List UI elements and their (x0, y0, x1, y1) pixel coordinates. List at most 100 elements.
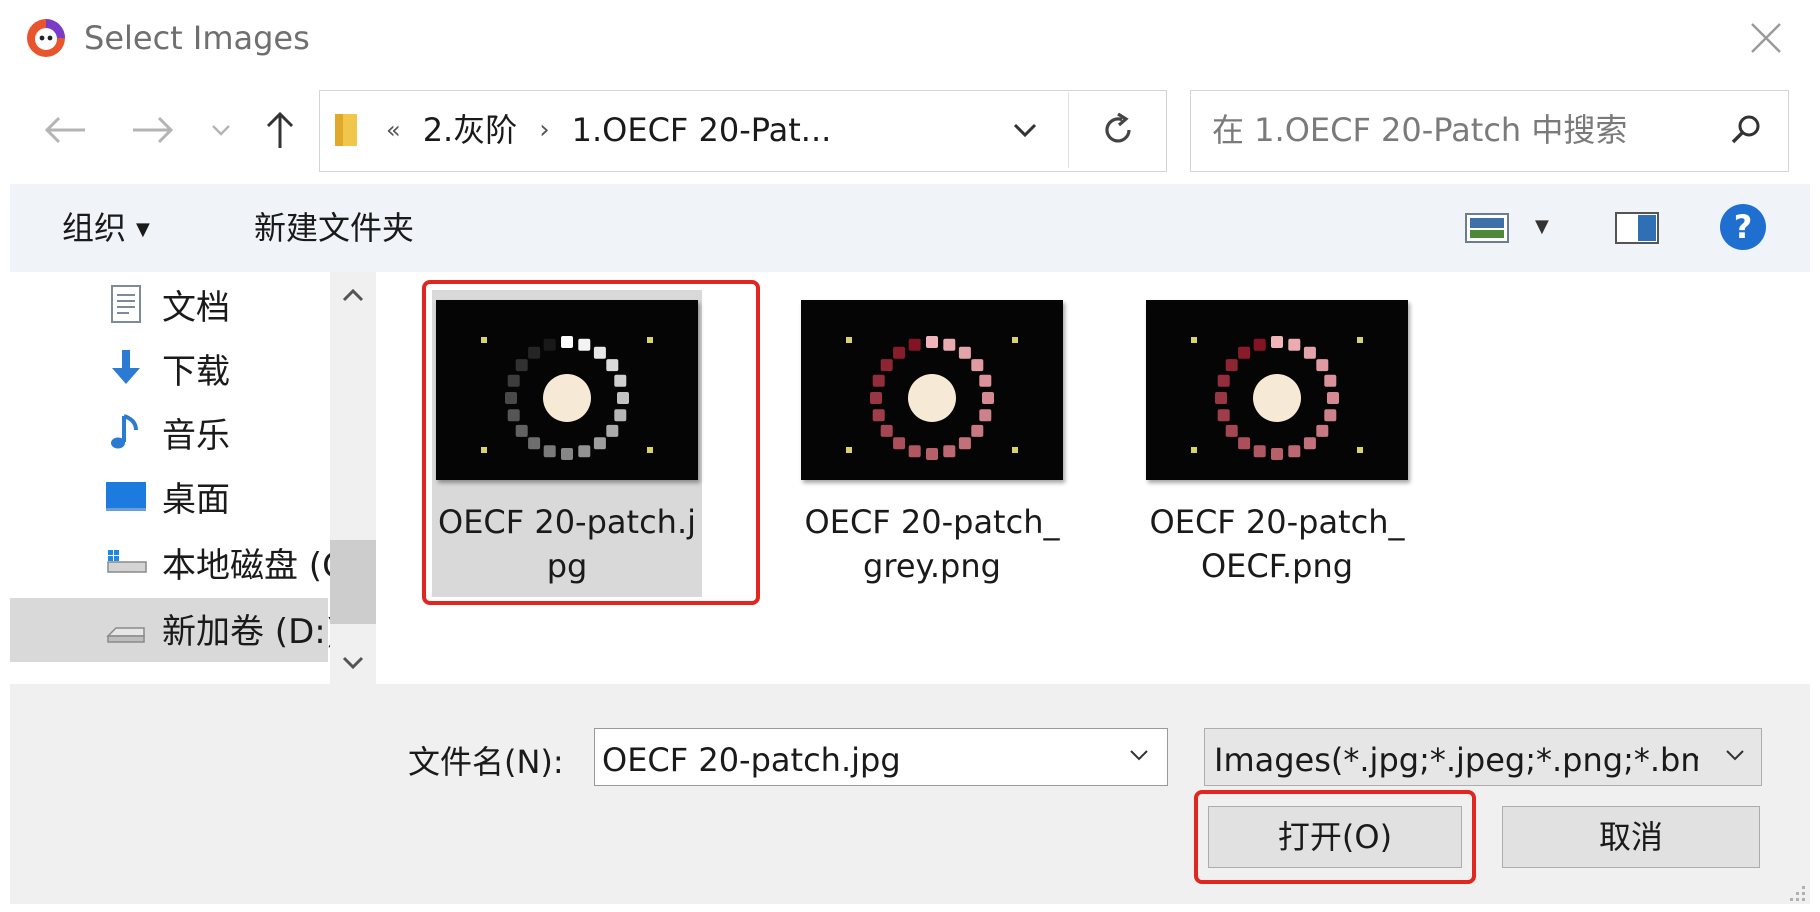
organize-label: 组织 (62, 209, 127, 247)
gray-patch (979, 409, 992, 422)
gray-patch (971, 424, 984, 437)
cancel-button[interactable]: 取消 (1502, 806, 1760, 868)
gray-patch (943, 338, 956, 351)
gray-patch (1303, 346, 1316, 359)
gray-patch (870, 392, 882, 404)
gray-patch (606, 359, 619, 372)
preview-pane-icon[interactable] (1614, 210, 1660, 246)
registration-mark (647, 447, 653, 453)
registration-mark (1191, 337, 1197, 343)
gray-patch (1253, 338, 1266, 351)
organize-menu-button[interactable]: 组织 ▼ (62, 206, 150, 252)
gray-patch (872, 409, 885, 422)
close-icon[interactable] (1746, 18, 1786, 58)
gray-patch (543, 338, 556, 351)
nav-item-desktop[interactable]: 桌面 (104, 466, 334, 526)
gray-patch (880, 424, 893, 437)
window-title: Select Images (84, 19, 310, 57)
registration-mark (481, 447, 487, 453)
search-icon[interactable] (1728, 112, 1764, 148)
gray-patch (1238, 346, 1251, 359)
nav-item-drive-d[interactable]: 新加卷 (D:) (104, 598, 334, 658)
documents-icon (111, 285, 141, 323)
gray-patch (1316, 359, 1329, 372)
file-item-oecf-20-patch-oecf-png[interactable]: OECF 20-patch_OECF.png (1142, 290, 1412, 588)
filename-label: 文件名(N): (408, 743, 564, 781)
registration-mark (1357, 337, 1363, 343)
view-options-caret-icon[interactable]: ▼ (1535, 216, 1549, 237)
file-thumbnail (1146, 300, 1408, 480)
back-arrow-icon[interactable] (40, 108, 90, 152)
nav-item-label: 文档 (162, 287, 230, 328)
gray-patch (528, 346, 541, 359)
help-icon[interactable]: ? (1720, 204, 1766, 250)
gray-patch (1238, 437, 1251, 450)
file-name: OECF 20-patch.jpg (438, 503, 696, 585)
registration-mark (846, 447, 852, 453)
gray-patch (1316, 424, 1329, 437)
registration-mark (1012, 337, 1018, 343)
gray-patch (606, 424, 619, 437)
gray-patch (1225, 359, 1238, 372)
file-thumbnail (801, 300, 1063, 480)
app-logo-icon (27, 19, 65, 57)
up-arrow-icon[interactable] (258, 108, 302, 152)
caret-down-icon: ▼ (136, 219, 150, 240)
nav-item-label: 本地磁盘 (C:) (162, 545, 334, 586)
gray-patch (908, 338, 921, 351)
registration-mark (1191, 447, 1197, 453)
file-item-oecf-20-patch-jpg[interactable]: OECF 20-patch.jpg (432, 290, 702, 597)
recent-locations-chevron-icon[interactable] (206, 108, 236, 152)
nav-item-label: 桌面 (162, 479, 230, 520)
drive-icon (106, 627, 145, 643)
forward-arrow-icon[interactable] (128, 108, 178, 152)
filename-value: OECF 20-patch.jpg (602, 741, 901, 779)
breadcrumb-item-current[interactable]: 1.OECF 20-Pat... (572, 108, 832, 152)
gray-patch (1324, 374, 1337, 387)
dialog-footer (10, 684, 1810, 904)
gray-patch (614, 409, 627, 422)
nav-item-downloads[interactable]: 下载 (104, 338, 334, 398)
gray-patch (880, 359, 893, 372)
gray-patch (1288, 445, 1301, 458)
gray-patch (1271, 336, 1283, 348)
gray-patch (543, 445, 556, 458)
center-disc (543, 374, 591, 422)
registration-mark (1012, 447, 1018, 453)
open-button[interactable]: 打开(O) (1208, 806, 1462, 868)
gray-patch (979, 374, 992, 387)
folder-icon (335, 114, 357, 146)
nav-item-music[interactable]: 音乐 (104, 402, 334, 462)
breadcrumb-item[interactable]: 2.灰阶 (423, 108, 518, 152)
gray-patch (593, 437, 606, 450)
gray-patch (578, 338, 591, 351)
gray-patch (1303, 437, 1316, 450)
gray-patch (505, 392, 517, 404)
scroll-down-icon[interactable] (338, 648, 368, 678)
file-type-chevron-icon[interactable] (1722, 742, 1748, 768)
breadcrumb-overflow[interactable]: « (386, 108, 401, 152)
gray-patch (1253, 445, 1266, 458)
nav-item-local-disk-c[interactable]: 本地磁盘 (C:) (104, 532, 334, 592)
new-folder-button[interactable]: 新建文件夹 (254, 206, 414, 250)
downloads-icon (112, 350, 140, 384)
nav-item-documents[interactable]: 文档 (104, 274, 334, 334)
scroll-up-icon[interactable] (338, 280, 368, 310)
search-placeholder: 在 1.OECF 20-Patch 中搜索 (1212, 111, 1628, 149)
file-thumbnail (436, 300, 698, 480)
gray-patch (1271, 448, 1283, 460)
nav-scrollbar-thumb[interactable] (330, 540, 376, 624)
file-item-oecf-20-patch-grey-png[interactable]: OECF 20-patch_grey.png (797, 290, 1067, 588)
breadcrumb: « 2.灰阶 › 1.OECF 20-Pat... (386, 108, 831, 152)
refresh-icon[interactable] (1096, 108, 1140, 152)
address-dropdown-chevron-icon[interactable] (1005, 110, 1045, 150)
gray-patch (1215, 392, 1227, 404)
nav-item-label: 音乐 (162, 415, 230, 456)
gray-patch (1288, 338, 1301, 351)
registration-mark (846, 337, 852, 343)
filename-dropdown-chevron-icon[interactable] (1126, 742, 1152, 768)
address-divider (1068, 92, 1069, 168)
resize-grip-icon[interactable] (1784, 880, 1808, 904)
gray-patch (958, 437, 971, 450)
view-options-icon[interactable] (1464, 210, 1510, 246)
